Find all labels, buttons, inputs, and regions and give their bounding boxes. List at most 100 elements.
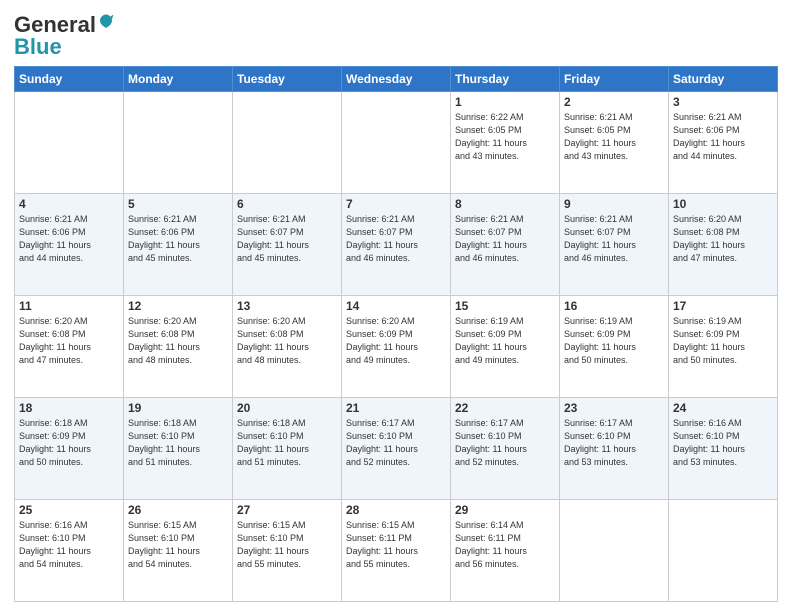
calendar-header-monday: Monday bbox=[124, 67, 233, 92]
calendar-week-0: 1 Sunrise: 6:22 AM Sunset: 6:05 PM Daylig… bbox=[15, 92, 778, 194]
calendar-cell: 3Sunrise: 6:21 AM Sunset: 6:06 PM Daylig… bbox=[669, 92, 778, 194]
day-info: Sunrise: 6:21 AM Sunset: 6:06 PM Dayligh… bbox=[19, 213, 119, 265]
calendar-cell: 23Sunrise: 6:17 AM Sunset: 6:10 PM Dayli… bbox=[560, 398, 669, 500]
calendar-cell: 18Sunrise: 6:18 AM Sunset: 6:09 PM Dayli… bbox=[15, 398, 124, 500]
day-info: Sunrise: 6:20 AM Sunset: 6:08 PM Dayligh… bbox=[128, 315, 228, 367]
day-info: Sunrise: 6:17 AM Sunset: 6:10 PM Dayligh… bbox=[346, 417, 446, 469]
day-info: Sunrise: 6:19 AM Sunset: 6:09 PM Dayligh… bbox=[455, 315, 555, 367]
calendar-cell: 28Sunrise: 6:15 AM Sunset: 6:11 PM Dayli… bbox=[342, 500, 451, 602]
calendar-header-saturday: Saturday bbox=[669, 67, 778, 92]
day-info: Sunrise: 6:20 AM Sunset: 6:09 PM Dayligh… bbox=[346, 315, 446, 367]
calendar-cell: 21 Sunrise: 6:17 AM Sunset: 6:10 PM Dayli… bbox=[342, 398, 451, 500]
day-number: 2 bbox=[564, 95, 664, 109]
day-number: 18 bbox=[19, 401, 119, 415]
calendar-cell: 5 Sunrise: 6:21 AM Sunset: 6:06 PM Daylig… bbox=[124, 194, 233, 296]
calendar-week-3: 18Sunrise: 6:18 AM Sunset: 6:09 PM Dayli… bbox=[15, 398, 778, 500]
day-number: 11 bbox=[19, 299, 119, 313]
day-info: Sunrise: 6:20 AM Sunset: 6:08 PM Dayligh… bbox=[673, 213, 773, 265]
calendar-cell: 17 Sunrise: 6:19 AM Sunset: 6:09 PM Dayli… bbox=[669, 296, 778, 398]
calendar-cell: 1 Sunrise: 6:22 AM Sunset: 6:05 PM Daylig… bbox=[451, 92, 560, 194]
day-number: 19 bbox=[128, 401, 228, 415]
day-info: Sunrise: 6:15 AM Sunset: 6:10 PM Dayligh… bbox=[128, 519, 228, 571]
logo-icon bbox=[97, 13, 115, 31]
calendar-cell: 13 Sunrise: 6:20 AM Sunset: 6:08 PM Dayli… bbox=[233, 296, 342, 398]
calendar-cell bbox=[124, 92, 233, 194]
calendar-cell: 11 Sunrise: 6:20 AM Sunset: 6:08 PM Dayli… bbox=[15, 296, 124, 398]
calendar-table: SundayMondayTuesdayWednesdayThursdayFrid… bbox=[14, 66, 778, 602]
day-number: 5 bbox=[128, 197, 228, 211]
day-number: 6 bbox=[237, 197, 337, 211]
day-number: 26 bbox=[128, 503, 228, 517]
calendar-cell: 7Sunrise: 6:21 AM Sunset: 6:07 PM Daylig… bbox=[342, 194, 451, 296]
day-info: Sunrise: 6:21 AM Sunset: 6:05 PM Dayligh… bbox=[564, 111, 664, 163]
calendar-cell: 20 Sunrise: 6:18 AM Sunset: 6:10 PM Dayli… bbox=[233, 398, 342, 500]
logo-text: General bbox=[14, 14, 96, 36]
calendar-header-friday: Friday bbox=[560, 67, 669, 92]
calendar-cell bbox=[669, 500, 778, 602]
day-number: 15 bbox=[455, 299, 555, 313]
day-number: 14 bbox=[346, 299, 446, 313]
day-info: Sunrise: 6:21 AM Sunset: 6:07 PM Dayligh… bbox=[237, 213, 337, 265]
day-info: Sunrise: 6:16 AM Sunset: 6:10 PM Dayligh… bbox=[19, 519, 119, 571]
day-number: 17 bbox=[673, 299, 773, 313]
calendar-cell: 14 Sunrise: 6:20 AM Sunset: 6:09 PM Dayli… bbox=[342, 296, 451, 398]
day-number: 9 bbox=[564, 197, 664, 211]
day-info: Sunrise: 6:19 AM Sunset: 6:09 PM Dayligh… bbox=[673, 315, 773, 367]
calendar-cell: 27 Sunrise: 6:15 AM Sunset: 6:10 PM Dayli… bbox=[233, 500, 342, 602]
calendar-cell: 22Sunrise: 6:17 AM Sunset: 6:10 PM Dayli… bbox=[451, 398, 560, 500]
logo-blue: Blue bbox=[14, 34, 62, 60]
day-number: 25 bbox=[19, 503, 119, 517]
day-number: 4 bbox=[19, 197, 119, 211]
day-info: Sunrise: 6:15 AM Sunset: 6:10 PM Dayligh… bbox=[237, 519, 337, 571]
header: General Blue bbox=[14, 10, 778, 60]
day-number: 20 bbox=[237, 401, 337, 415]
day-info: Sunrise: 6:14 AM Sunset: 6:11 PM Dayligh… bbox=[455, 519, 555, 571]
calendar-week-1: 4 Sunrise: 6:21 AM Sunset: 6:06 PM Daylig… bbox=[15, 194, 778, 296]
calendar-cell bbox=[233, 92, 342, 194]
day-info: Sunrise: 6:18 AM Sunset: 6:10 PM Dayligh… bbox=[128, 417, 228, 469]
calendar-cell: 15 Sunrise: 6:19 AM Sunset: 6:09 PM Dayli… bbox=[451, 296, 560, 398]
day-number: 29 bbox=[455, 503, 555, 517]
day-number: 27 bbox=[237, 503, 337, 517]
calendar-cell: 12 Sunrise: 6:20 AM Sunset: 6:08 PM Dayli… bbox=[124, 296, 233, 398]
day-info: Sunrise: 6:17 AM Sunset: 6:10 PM Dayligh… bbox=[455, 417, 555, 469]
page: General Blue SundayMondayTuesdayWednesda… bbox=[0, 0, 792, 612]
calendar-cell: 29 Sunrise: 6:14 AM Sunset: 6:11 PM Dayli… bbox=[451, 500, 560, 602]
day-number: 24 bbox=[673, 401, 773, 415]
calendar-cell: 10Sunrise: 6:20 AM Sunset: 6:08 PM Dayli… bbox=[669, 194, 778, 296]
day-info: Sunrise: 6:20 AM Sunset: 6:08 PM Dayligh… bbox=[19, 315, 119, 367]
day-number: 16 bbox=[564, 299, 664, 313]
calendar-cell bbox=[560, 500, 669, 602]
day-info: Sunrise: 6:21 AM Sunset: 6:07 PM Dayligh… bbox=[346, 213, 446, 265]
day-info: Sunrise: 6:18 AM Sunset: 6:10 PM Dayligh… bbox=[237, 417, 337, 469]
calendar-cell bbox=[15, 92, 124, 194]
calendar-header-tuesday: Tuesday bbox=[233, 67, 342, 92]
calendar-cell: 25 Sunrise: 6:16 AM Sunset: 6:10 PM Dayli… bbox=[15, 500, 124, 602]
calendar-cell bbox=[342, 92, 451, 194]
calendar-header-row: SundayMondayTuesdayWednesdayThursdayFrid… bbox=[15, 67, 778, 92]
day-info: Sunrise: 6:21 AM Sunset: 6:07 PM Dayligh… bbox=[455, 213, 555, 265]
calendar-header-sunday: Sunday bbox=[15, 67, 124, 92]
calendar-cell: 4 Sunrise: 6:21 AM Sunset: 6:06 PM Daylig… bbox=[15, 194, 124, 296]
day-number: 1 bbox=[455, 95, 555, 109]
day-info: Sunrise: 6:19 AM Sunset: 6:09 PM Dayligh… bbox=[564, 315, 664, 367]
calendar-cell: 2 Sunrise: 6:21 AM Sunset: 6:05 PM Daylig… bbox=[560, 92, 669, 194]
calendar-cell: 6 Sunrise: 6:21 AM Sunset: 6:07 PM Daylig… bbox=[233, 194, 342, 296]
day-info: Sunrise: 6:22 AM Sunset: 6:05 PM Dayligh… bbox=[455, 111, 555, 163]
logo: General Blue bbox=[14, 14, 115, 60]
day-info: Sunrise: 6:20 AM Sunset: 6:08 PM Dayligh… bbox=[237, 315, 337, 367]
day-number: 21 bbox=[346, 401, 446, 415]
day-info: Sunrise: 6:16 AM Sunset: 6:10 PM Dayligh… bbox=[673, 417, 773, 469]
day-number: 13 bbox=[237, 299, 337, 313]
day-info: Sunrise: 6:21 AM Sunset: 6:06 PM Dayligh… bbox=[128, 213, 228, 265]
calendar-week-4: 25 Sunrise: 6:16 AM Sunset: 6:10 PM Dayli… bbox=[15, 500, 778, 602]
calendar-cell: 26 Sunrise: 6:15 AM Sunset: 6:10 PM Dayli… bbox=[124, 500, 233, 602]
day-info: Sunrise: 6:21 AM Sunset: 6:07 PM Dayligh… bbox=[564, 213, 664, 265]
calendar-cell: 19 Sunrise: 6:18 AM Sunset: 6:10 PM Dayli… bbox=[124, 398, 233, 500]
day-number: 12 bbox=[128, 299, 228, 313]
calendar-cell: 16 Sunrise: 6:19 AM Sunset: 6:09 PM Dayli… bbox=[560, 296, 669, 398]
calendar-cell: 8Sunrise: 6:21 AM Sunset: 6:07 PM Daylig… bbox=[451, 194, 560, 296]
day-info: Sunrise: 6:17 AM Sunset: 6:10 PM Dayligh… bbox=[564, 417, 664, 469]
calendar-cell: 24 Sunrise: 6:16 AM Sunset: 6:10 PM Dayli… bbox=[669, 398, 778, 500]
day-number: 3 bbox=[673, 95, 773, 109]
